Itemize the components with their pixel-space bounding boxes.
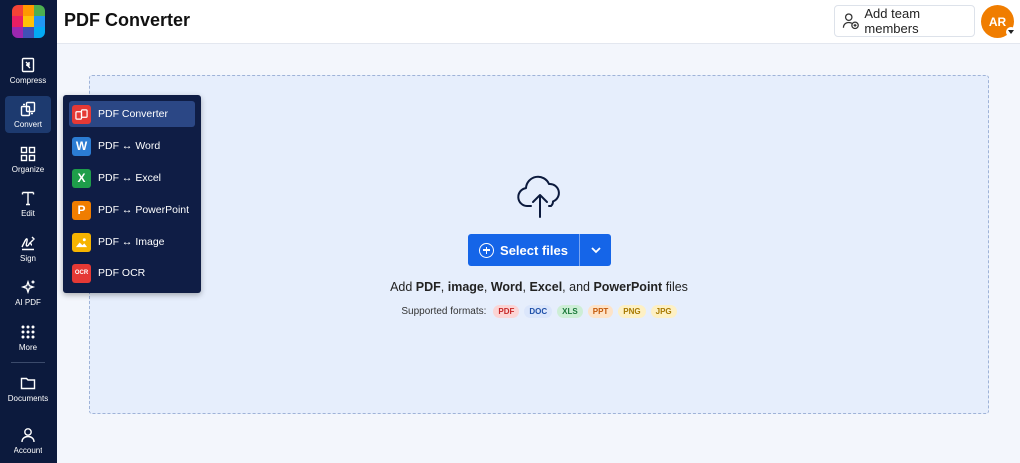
- format-badge-png: PNG: [618, 305, 646, 318]
- menu-item-label: PDF ↔ Word: [98, 140, 161, 152]
- logo-cell: [34, 16, 45, 27]
- sidebar-item-label: Organize: [11, 165, 45, 174]
- logo-cell: [12, 16, 23, 27]
- logo-cell: [12, 5, 23, 16]
- select-files-button[interactable]: Select files: [468, 234, 579, 266]
- ocr-icon: OCR: [72, 263, 91, 283]
- chevron-down-icon: [590, 247, 601, 254]
- sidebar-item-label: Edit: [21, 209, 35, 218]
- supported-formats: Supported formats: PDF DOC XLS PPT PNG J…: [90, 305, 988, 318]
- logo-cell: [34, 27, 45, 38]
- sidebar-item-documents[interactable]: Documents: [5, 370, 51, 407]
- menu-item-pdf-excel[interactable]: X PDF ↔ Excel: [69, 165, 195, 191]
- menu-item-label: PDF OCR: [98, 267, 146, 279]
- format-badge-ppt: PPT: [587, 305, 614, 318]
- plus-circle-icon: [479, 242, 495, 258]
- supported-types-text: Add PDF, image, Word, Excel, and PowerPo…: [390, 280, 688, 294]
- sidebar-item-convert[interactable]: Convert: [5, 96, 51, 133]
- menu-item-pdf-powerpoint[interactable]: P PDF ↔ PowerPoint: [69, 197, 195, 223]
- menu-item-pdf-ocr[interactable]: OCR PDF OCR: [69, 260, 195, 286]
- sidebar: Compress Convert Organize Edit Sign AI P…: [0, 0, 57, 463]
- select-files-label: Select files: [500, 242, 568, 258]
- type-pdf: PDF: [415, 280, 441, 294]
- menu-item-label: PDF ↔ PowerPoint: [98, 204, 190, 216]
- add-team-members-label: Add team members: [864, 6, 921, 36]
- format-badge-pdf: PDF: [493, 305, 520, 318]
- sidebar-item-organize[interactable]: Organize: [5, 141, 51, 178]
- logo-cell: [23, 5, 34, 16]
- avatar-initials: AR: [988, 14, 1007, 29]
- file-dropzone[interactable]: Select files Add PDF, image, Word, Excel…: [89, 75, 989, 414]
- add-text-suffix: files: [662, 280, 688, 294]
- convert-menu: PDF Converter W PDF ↔ Word X PDF ↔ Excel…: [63, 95, 201, 293]
- signature-icon: [21, 236, 35, 251]
- chevron-down-icon: [1006, 27, 1016, 37]
- excel-icon: X: [72, 168, 91, 188]
- sidebar-item-account[interactable]: Account: [5, 422, 51, 459]
- format-badge-jpg: JPG: [650, 305, 677, 318]
- logo-cell: [34, 5, 45, 16]
- logo-cell: [23, 16, 34, 27]
- header: PDF Converter Add team members AR: [57, 0, 1020, 44]
- powerpoint-icon: P: [72, 200, 91, 220]
- menu-item-label: PDF Converter: [98, 108, 169, 120]
- supported-formats-label: Supported formats:: [401, 306, 487, 317]
- sidebar-item-label: Compress: [9, 76, 47, 85]
- app-logo[interactable]: [12, 5, 45, 38]
- sidebar-item-sign[interactable]: Sign: [5, 230, 51, 267]
- avatar[interactable]: AR: [981, 5, 1016, 38]
- add-text-prefix: Add: [390, 280, 416, 294]
- image-icon: [72, 232, 91, 252]
- sidebar-divider: [11, 362, 45, 363]
- sidebar-item-label: Sign: [19, 254, 36, 263]
- menu-item-pdf-image[interactable]: PDF ↔ Image: [69, 229, 195, 255]
- grid-icon: [20, 146, 36, 162]
- logo-cell: [23, 27, 34, 38]
- convert-icon: [20, 101, 36, 117]
- compress-icon: [21, 57, 35, 73]
- sidebar-item-label: Account: [13, 446, 43, 455]
- format-badge-doc: DOC: [524, 305, 553, 318]
- sidebar-item-edit[interactable]: Edit: [5, 185, 51, 222]
- text-edit-icon: [21, 191, 35, 206]
- menu-item-label: PDF ↔ Image: [98, 236, 165, 248]
- type-word: Word: [490, 280, 523, 294]
- type-powerpoint: PowerPoint: [593, 280, 663, 294]
- menu-item-pdf-converter[interactable]: PDF Converter: [69, 101, 195, 127]
- add-team-members-button[interactable]: Add team members: [834, 5, 975, 37]
- sidebar-item-ai-pdf[interactable]: AI PDF: [5, 274, 51, 311]
- type-image: image: [447, 280, 484, 294]
- dots-grid-icon: [21, 325, 35, 339]
- sidebar-item-more[interactable]: More: [5, 319, 51, 356]
- word-icon: W: [72, 136, 91, 156]
- type-excel: Excel: [529, 280, 563, 294]
- format-badge-xls: XLS: [557, 305, 583, 318]
- sidebar-item-compress[interactable]: Compress: [5, 52, 51, 89]
- sparkle-icon: [20, 279, 36, 295]
- select-source-dropdown-button[interactable]: [579, 234, 611, 266]
- folder-icon: [20, 377, 36, 390]
- sidebar-item-label: Documents: [7, 394, 49, 403]
- page-title: PDF Converter: [64, 10, 191, 30]
- add-user-icon: [842, 13, 859, 30]
- sidebar-item-label: Convert: [13, 120, 42, 129]
- sidebar-item-label: More: [18, 343, 38, 352]
- pdf-converter-icon: [72, 104, 91, 124]
- menu-item-pdf-word[interactable]: W PDF ↔ Word: [69, 133, 195, 159]
- menu-item-label: PDF ↔ Excel: [98, 172, 162, 184]
- user-icon: [21, 428, 35, 443]
- sidebar-item-label: AI PDF: [15, 298, 41, 307]
- logo-cell: [12, 27, 23, 38]
- cloud-upload-icon: [517, 175, 560, 218]
